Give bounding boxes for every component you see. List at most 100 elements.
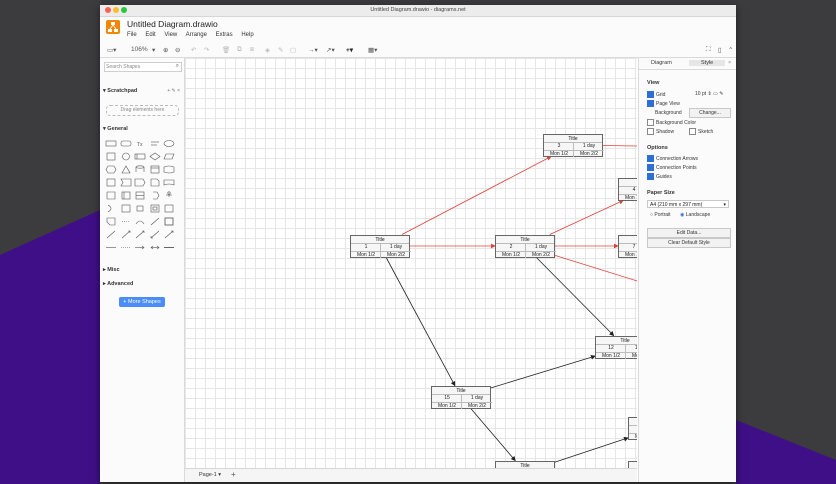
palette-shape-item[interactable] (105, 139, 117, 148)
edit-data-button[interactable]: Edit Data... (647, 228, 731, 238)
palette-shape-item[interactable] (149, 165, 161, 174)
connection-points-option[interactable]: Connection Points (647, 164, 697, 171)
fullscreen-icon[interactable]: ⛶ (706, 46, 711, 54)
task-node[interactable]: Title 2 1 day Mon 1/2 Mon 2/2 (495, 235, 556, 258)
palette-shape-item[interactable] (105, 230, 117, 239)
background-color-checkbox[interactable] (647, 119, 654, 126)
diagram-edge[interactable] (470, 408, 516, 462)
palette-shape-item[interactable] (163, 152, 175, 161)
connection-arrows-option[interactable]: Connection Arrows (647, 155, 698, 162)
palette-shape-item[interactable] (105, 152, 117, 161)
scratchpad-drop-zone[interactable]: Drag elements here (106, 105, 179, 116)
grid-option[interactable]: Grid (647, 91, 665, 98)
palette-shape-item[interactable]: Tx (134, 139, 146, 148)
menu-view[interactable]: View (164, 32, 177, 38)
guides-option[interactable]: Guides (647, 173, 672, 180)
grid-checkbox[interactable] (647, 91, 654, 98)
task-node[interactable]: Title 3 1 day Mon 1/2 Mon 2/2 (543, 134, 604, 157)
palette-shape-item[interactable] (120, 230, 132, 239)
general-header[interactable]: ▾ General (103, 126, 128, 132)
palette-shape-item[interactable] (120, 191, 132, 200)
palette-shape-item[interactable] (120, 165, 132, 174)
line-color-icon[interactable]: ✎ (278, 46, 283, 54)
search-icon[interactable]: ⌕ (176, 63, 179, 70)
grid-color-swatch[interactable]: ▭ (713, 91, 718, 97)
to-front-icon[interactable]: ⧉ (237, 46, 242, 54)
panel-toggle-icon[interactable]: ▭▾ (107, 46, 116, 54)
task-node[interactable]: Title (628, 461, 637, 468)
table-icon[interactable]: ▦▾ (368, 46, 377, 54)
menu-arrange[interactable]: Arrange (186, 32, 207, 38)
palette-shape-item[interactable] (134, 165, 146, 174)
palette-shape-item[interactable] (120, 217, 132, 226)
shadow-option[interactable]: Shadow (647, 128, 674, 135)
palette-shape-item[interactable] (105, 217, 117, 226)
portrait-option[interactable]: ○ Portrait (650, 212, 671, 218)
palette-shape-item[interactable] (119, 178, 132, 187)
task-node[interactable]: Title161 dayMon 1/2Mon 2/2 (628, 417, 637, 440)
paper-size-select[interactable]: A4 (210 mm x 297 mm) ▾ (647, 200, 729, 208)
palette-shape-item[interactable] (163, 178, 175, 187)
diagram-edge[interactable] (536, 257, 615, 337)
sketch-option[interactable]: Sketch (689, 128, 713, 135)
diagram-edge[interactable] (401, 156, 552, 235)
task-node[interactable]: Title71 dayMon 1/2Mon 2/2 (618, 235, 637, 258)
menu-extras[interactable]: Extras (216, 32, 233, 38)
diagram-edge[interactable] (554, 254, 637, 299)
diagram-edge[interactable] (385, 257, 456, 387)
diagram-canvas[interactable]: Title 1 1 day Mon 1/2 Mon 2/2 Title 3 1 day Mon … (185, 58, 637, 468)
task-node[interactable]: Title 15 1 day Mon 1/2 Mon 2/2 (431, 386, 492, 409)
palette-shape-item[interactable] (149, 230, 161, 239)
palette-shape-item[interactable] (134, 152, 146, 161)
diagram-edge[interactable] (490, 355, 596, 389)
grid-size-stepper[interactable]: 10 pt ⇕ ▭ ✎ (695, 91, 723, 97)
menu-edit[interactable]: Edit (145, 32, 155, 38)
redo-icon[interactable]: ↷ (204, 46, 209, 54)
diagram-edge[interactable] (549, 200, 624, 235)
insert-icon[interactable]: +▾ (346, 46, 353, 54)
palette-shape-item[interactable] (149, 217, 161, 226)
fill-color-icon[interactable]: ◈ (265, 46, 270, 54)
palette-shape-item[interactable] (120, 243, 132, 252)
task-node[interactable]: Title (495, 461, 555, 468)
palette-shape-item[interactable] (149, 243, 161, 252)
color-picker-icon[interactable]: ✎ (719, 91, 723, 97)
scratchpad-header[interactable]: ▾ Scratchpad (103, 88, 137, 94)
task-node[interactable]: Title 1 1 day Mon 1/2 Mon 2/2 (350, 235, 411, 258)
menu-help[interactable]: Help (241, 32, 253, 38)
palette-shape-item[interactable] (134, 217, 146, 226)
shadow-icon[interactable]: ▢ (290, 46, 296, 54)
page-view-checkbox[interactable] (647, 100, 654, 107)
guides-checkbox[interactable] (647, 173, 654, 180)
palette-shape-item[interactable] (134, 243, 146, 252)
connection-points-checkbox[interactable] (647, 164, 654, 171)
palette-shape-item[interactable] (120, 139, 132, 148)
palette-shape-item[interactable] (149, 191, 161, 200)
palette-shape-item[interactable] (163, 243, 175, 252)
connection-arrows-checkbox[interactable] (647, 155, 654, 162)
palette-shape-item[interactable] (163, 217, 175, 226)
document-title[interactable]: Untitled Diagram.drawio (127, 19, 218, 29)
undo-icon[interactable]: ↶ (191, 46, 196, 54)
connection-style-icon[interactable]: →▾ (308, 46, 318, 54)
palette-shape-item[interactable] (163, 191, 175, 200)
waypoints-icon[interactable]: ↗▾ (326, 46, 335, 54)
tab-style[interactable]: Style (689, 60, 726, 66)
close-panel-icon[interactable]: × (728, 60, 731, 66)
sketch-checkbox[interactable] (689, 128, 696, 135)
tab-diagram[interactable]: Diagram (651, 60, 672, 66)
palette-shape-item[interactable] (105, 204, 117, 213)
radio-off-icon[interactable]: ○ (650, 212, 653, 218)
palette-shape-item[interactable] (134, 204, 146, 213)
palette-shape-item[interactable] (148, 152, 161, 161)
more-shapes-button[interactable]: + More Shapes (119, 297, 165, 307)
palette-shape-item[interactable] (105, 191, 117, 200)
zoom-dropdown-icon[interactable]: ▾ (152, 46, 155, 54)
add-page-icon[interactable]: + (231, 470, 236, 479)
page-tab-current[interactable]: Page-1 ▾ (199, 472, 221, 478)
task-node[interactable]: Title41 dayMon 1/2Mon 2/2 (618, 178, 637, 201)
zoom-in-icon[interactable]: ⊕ (163, 46, 168, 54)
palette-shape-item[interactable] (163, 165, 175, 174)
palette-shape-item[interactable] (163, 204, 175, 213)
task-node[interactable]: Title12 1 day Mon 1/2Mon 2/2 (595, 336, 637, 359)
